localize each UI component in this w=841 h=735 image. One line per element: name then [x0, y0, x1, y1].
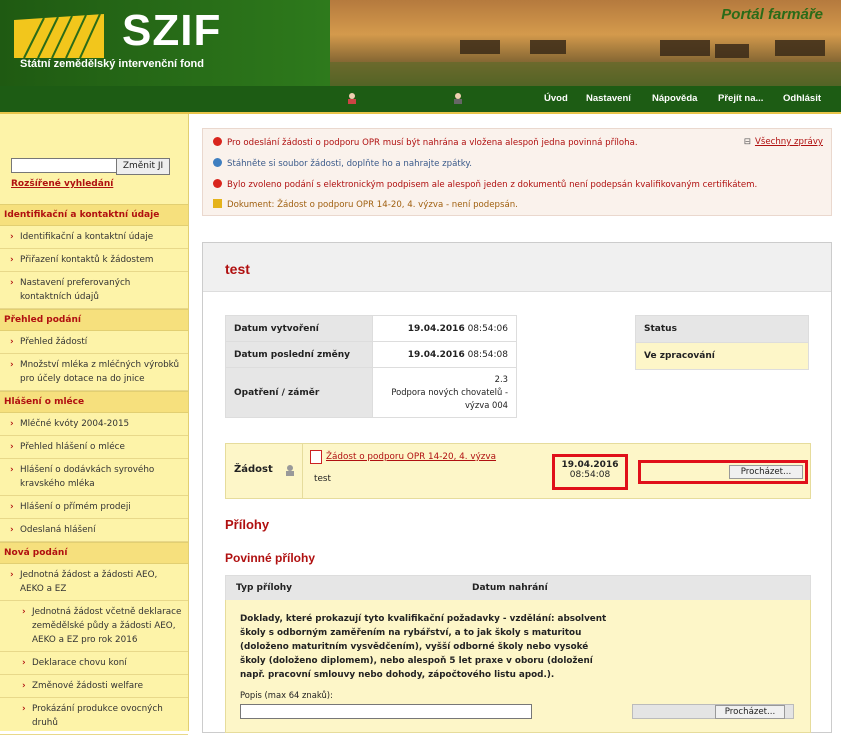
column-header: Datum nahrání: [472, 583, 548, 593]
menu-item[interactable]: Množství mléka z mléčných výrobků pro úč…: [0, 354, 188, 391]
error-icon: [213, 137, 222, 146]
info-value: 2.3 Podpora nových chovatelů - výzva 004: [372, 367, 517, 418]
message-warning: Dokument: Žádost o podporu OPR 14-20, 4.…: [213, 199, 518, 210]
browse-button[interactable]: Procházet...: [715, 705, 785, 719]
logo-text: SZIF: [122, 6, 222, 55]
menu-item[interactable]: Nastavení preferovaných kontaktních údaj…: [0, 272, 188, 309]
panel-header: test: [203, 243, 831, 292]
nav-goto[interactable]: Přejít na...: [718, 93, 763, 104]
advanced-search-link[interactable]: Rozšířené vyhledání: [11, 179, 113, 189]
user-icon[interactable]: [346, 92, 358, 104]
menu-item[interactable]: Přehled hlášení o mléce: [0, 436, 188, 459]
attachment-file-input[interactable]: Procházet...: [632, 704, 794, 719]
menu-item[interactable]: Hlášení o dodávkách syrového kravského m…: [0, 459, 188, 496]
info-label: Datum vytvoření: [225, 315, 373, 342]
attachment-description: Doklady, které prokazují tyto kvalifikač…: [240, 614, 607, 680]
logo-area: SZIF Státní zemědělský intervenční fond: [0, 0, 330, 86]
menu-item[interactable]: Přiřazení kontaktů k žádostem: [0, 249, 188, 272]
site-header: SZIF Státní zemědělský intervenční fond …: [0, 0, 841, 86]
menu-subitem[interactable]: Jednotná žádost včetně deklarace zeměděl…: [0, 601, 188, 652]
menu-section[interactable]: Přehled podání: [0, 309, 188, 331]
request-file-input[interactable]: Procházet...: [638, 460, 808, 484]
all-messages-link[interactable]: Všechny zprávy: [744, 137, 823, 147]
menu-item[interactable]: Odeslaná hlášení: [0, 519, 188, 542]
attachments-heading: Přílohy: [225, 517, 270, 532]
menu-subitem[interactable]: Změnové žádosti welfare: [0, 675, 188, 698]
menu-item[interactable]: Jednotná žádost a žádosti AEO, AEKO a EZ: [0, 564, 188, 601]
search-input[interactable]: [11, 158, 117, 173]
person-icon[interactable]: [452, 92, 464, 104]
status-value: Ve zpracování: [635, 343, 809, 370]
messages-box: Pro odeslání žádosti o podporu OPR musí …: [202, 128, 832, 216]
nav-logout[interactable]: Odhlásit: [783, 93, 821, 104]
attachments-table-header: Typ přílohy Datum nahrání: [225, 575, 811, 601]
info-table: Datum vytvoření 19.04.2016 08:54:06 Datu…: [225, 315, 517, 418]
portal-title: Portál farmáře: [721, 6, 823, 23]
browse-button[interactable]: Procházet...: [729, 465, 803, 479]
info-label: Datum poslední změny: [225, 341, 373, 368]
sidebar: Změnit JI Rozšířené vyhledání Identifika…: [0, 114, 189, 735]
error-icon: [213, 179, 222, 188]
attachment-row: Doklady, které prokazují tyto kvalifikač…: [225, 600, 811, 733]
message-info: Stáhněte si soubor žádosti, doplňte ho a…: [213, 158, 472, 169]
nav-help[interactable]: Nápověda: [652, 93, 697, 104]
info-value: 19.04.2016 08:54:06: [372, 315, 517, 342]
description-input[interactable]: [240, 704, 532, 719]
menu-item[interactable]: Mléčné kvóty 2004-2015: [0, 413, 188, 436]
request-date: 19.04.2016 08:54:08: [552, 454, 628, 490]
person-icon: [286, 465, 294, 476]
menu-subitem[interactable]: Deklarace chovu koní: [0, 652, 188, 675]
header-photo: Portál farmáře: [330, 0, 841, 86]
menu-item[interactable]: Hlášení o přímém prodeji: [0, 496, 188, 519]
status-box: Status Ve zpracování: [635, 315, 809, 370]
status-header: Status: [635, 315, 809, 343]
description-label: Popis (max 64 znaků):: [240, 690, 333, 700]
szif-logo-icon: [14, 14, 104, 58]
change-ji-button[interactable]: Změnit JI: [116, 158, 170, 175]
info-icon: [213, 158, 222, 167]
request-note: test: [314, 474, 331, 484]
nav-settings[interactable]: Nastavení: [586, 93, 631, 104]
menu-section[interactable]: Identifikační a kontaktní údaje: [0, 204, 188, 226]
logo-subtitle: Státní zemědělský intervenční fond: [20, 58, 204, 70]
top-navigation: Úvod Nastavení Nápověda Přejít na... Odh…: [0, 86, 841, 114]
pdf-icon: [310, 450, 322, 464]
menu-section[interactable]: Hlášení o mléce: [0, 391, 188, 413]
menu-section[interactable]: Nová podání: [0, 542, 188, 564]
menu-item[interactable]: Přehled žádostí: [0, 331, 188, 354]
request-document-link[interactable]: Žádost o podporu OPR 14-20, 4. výzva: [326, 452, 496, 462]
mandatory-attachments-heading: Povinné přílohy: [225, 551, 316, 565]
request-label: Žádost: [234, 464, 273, 475]
menu-subitem[interactable]: Prokázání produkce ovocných druhů: [0, 698, 188, 735]
info-value: 19.04.2016 08:54:08: [372, 341, 517, 368]
main-panel: test Datum vytvoření 19.04.2016 08:54:06…: [202, 242, 832, 733]
page-title: test: [225, 261, 250, 277]
column-header: Typ přílohy: [236, 583, 293, 593]
message-error: Bylo zvoleno podání s elektronickým podp…: [213, 179, 757, 190]
nav-home[interactable]: Úvod: [544, 93, 568, 104]
menu-item[interactable]: Identifikační a kontaktní údaje: [0, 226, 188, 249]
sidebar-menu: Identifikační a kontaktní údaje Identifi…: [0, 204, 188, 735]
request-row: Žádost Žádost o podporu OPR 14-20, 4. vý…: [225, 443, 811, 499]
message-error: Pro odeslání žádosti o podporu OPR musí …: [213, 137, 638, 148]
info-label: Opatření / záměr: [225, 367, 373, 418]
warning-icon: [213, 199, 222, 208]
